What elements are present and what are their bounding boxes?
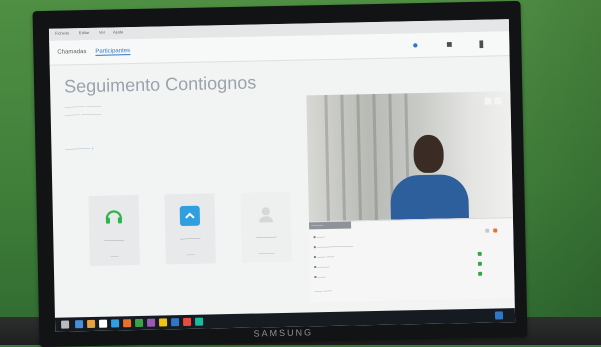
background-stripe bbox=[324, 94, 330, 222]
invite-sublabel: ———— bbox=[258, 250, 275, 256]
participant-row[interactable]: ■ —— —— bbox=[314, 254, 335, 259]
participant-row[interactable]: ■ ————————— bbox=[313, 243, 353, 249]
tab-calls[interactable]: Chamadas bbox=[57, 49, 86, 56]
audio-call-card[interactable]: ————— —— bbox=[88, 194, 140, 267]
app-icon[interactable] bbox=[194, 317, 204, 326]
person-placeholder-icon bbox=[256, 204, 276, 224]
status-green-dot bbox=[477, 251, 482, 256]
settings-icon: ▮ bbox=[478, 38, 485, 50]
menu-item-file[interactable]: Ficheiro bbox=[55, 30, 69, 35]
app-icon[interactable] bbox=[99, 319, 108, 328]
person-blue-shirt bbox=[390, 174, 470, 222]
users-icon: ● bbox=[412, 39, 419, 51]
app-icon[interactable] bbox=[75, 320, 84, 329]
status-green-dot bbox=[478, 271, 483, 276]
invite-label: ————— bbox=[256, 234, 277, 240]
app-icon[interactable] bbox=[170, 318, 180, 327]
background-stripe bbox=[372, 93, 378, 221]
orange-badge[interactable] bbox=[493, 228, 498, 233]
tab-participants[interactable]: Participantes bbox=[95, 48, 131, 56]
chat-icon: ■ bbox=[446, 38, 453, 50]
details-link[interactable]: ————— › bbox=[65, 146, 93, 153]
menu-item-edit[interactable]: Editar bbox=[79, 30, 90, 35]
background-stripe bbox=[340, 94, 346, 221]
info-line-2: ——— ———— bbox=[64, 111, 102, 119]
invite-card[interactable]: ————— ———— bbox=[240, 191, 292, 263]
share-card[interactable]: ————— —— bbox=[164, 193, 216, 265]
participants-panel: ——— ■ —— ■ ————————— ■ —— —— ■ ——— ■ —— … bbox=[308, 217, 515, 303]
toolbar-users-button[interactable]: ● bbox=[407, 37, 423, 53]
share-label: ————— bbox=[180, 235, 201, 242]
participant-row[interactable]: ■ —— bbox=[314, 274, 326, 279]
person-head bbox=[413, 134, 445, 174]
app-icon[interactable] bbox=[123, 319, 132, 328]
info-line-1: ———— ——— bbox=[64, 103, 102, 111]
menu-item-help[interactable]: Ajuda bbox=[113, 29, 123, 34]
menu-item-view[interactable]: Ver bbox=[99, 30, 105, 35]
monitor-brand-logo: SAMSUNG bbox=[253, 327, 314, 339]
toolbar-chat-button[interactable]: ■ bbox=[441, 36, 457, 52]
webcam-video-feed bbox=[306, 91, 513, 222]
share-sublabel: —— bbox=[186, 251, 195, 257]
app-icon[interactable] bbox=[182, 317, 192, 327]
monitor-screen: Ficheiro Editar Ver Ajuda Chamadas Parti… bbox=[48, 19, 516, 332]
chevron-up-icon bbox=[179, 205, 201, 227]
toolbar-settings-button[interactable]: ▮ bbox=[473, 36, 489, 52]
video-maximize-button[interactable] bbox=[494, 97, 502, 105]
app-icon[interactable] bbox=[135, 318, 144, 328]
app-icon[interactable] bbox=[147, 318, 156, 327]
headset-icon bbox=[104, 207, 124, 227]
background-stripe bbox=[356, 94, 362, 221]
participant-row[interactable]: ■ —— bbox=[313, 234, 325, 239]
audio-call-label: ————— bbox=[104, 237, 125, 243]
start-icon[interactable] bbox=[61, 320, 70, 329]
computer-monitor: Ficheiro Editar Ver Ajuda Chamadas Parti… bbox=[32, 0, 528, 347]
notification-icon[interactable] bbox=[494, 311, 504, 320]
panel-header: ——— bbox=[309, 221, 352, 230]
participant-row[interactable]: ■ ——— bbox=[314, 264, 330, 269]
audio-call-sublabel: —— bbox=[110, 253, 119, 259]
grey-badge[interactable] bbox=[485, 228, 490, 233]
panel-footer-link[interactable]: —— —— bbox=[314, 288, 331, 293]
video-minimize-button[interactable] bbox=[484, 97, 492, 105]
status-green-dot bbox=[477, 261, 482, 266]
app-icon[interactable] bbox=[111, 319, 120, 328]
folder-icon[interactable] bbox=[87, 319, 96, 329]
app-icon[interactable] bbox=[159, 318, 168, 327]
page-title: Seguimento Contiognos bbox=[63, 72, 257, 97]
